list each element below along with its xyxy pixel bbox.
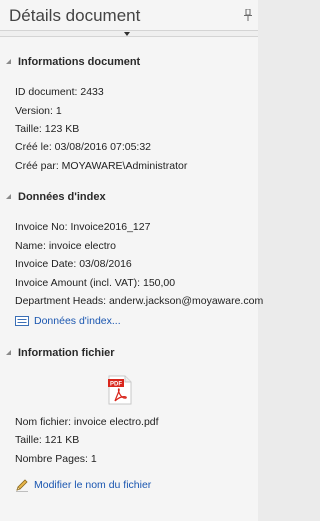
doc-id-row: ID document: 2433 [15,86,104,98]
index-field-row: Department Heads: anderw.jackson@moyawar… [15,295,264,307]
pin-icon[interactable] [244,9,252,21]
panel-header: Détails document [0,0,258,31]
collapse-triangle-icon[interactable] [6,350,11,355]
file-pages-row: Nombre Pages: 1 [15,453,97,465]
section-title: Informations document [18,56,141,68]
index-field-row: Name: invoice electro [15,240,116,252]
index-field-row: Invoice Date: 03/08/2016 [15,258,132,270]
pdf-badge-text: PDF [110,382,122,388]
panel-splitter[interactable] [0,30,258,37]
section-header-file-info[interactable]: Information fichier [0,346,258,362]
rename-file-link[interactable]: Modifier le nom du fichier [34,479,151,491]
doc-size-row: Taille: 123 KB [15,123,80,135]
panel-title: Détails document [9,6,141,25]
doc-version-row: Version: 1 [15,105,62,117]
collapse-triangle-icon[interactable] [6,194,11,199]
section-header-index-data[interactable]: Données d'index [0,190,258,206]
pencil-icon[interactable] [15,478,29,492]
pdf-file-icon: PDF [108,375,132,405]
index-data-link[interactable]: Données d'index... [34,315,121,327]
chevron-down-icon[interactable] [124,32,130,36]
file-size-row: Taille: 121 KB [15,434,80,446]
file-name-row: Nom fichier: invoice electro.pdf [15,416,159,428]
doc-created-row: Créé le: 03/08/2016 07:05:32 [15,141,152,153]
collapse-triangle-icon[interactable] [6,59,11,64]
doc-created-by-row: Créé par: MOYAWARE\Administrator [15,160,188,172]
section-title: Information fichier [18,347,115,359]
index-field-row: Invoice Amount (incl. VAT): 150,00 [15,277,176,289]
document-details-panel: Détails document Informations document I… [0,0,263,521]
list-icon[interactable] [15,316,29,326]
index-field-row: Invoice No: Invoice2016_127 [15,221,151,233]
section-title: Données d'index [18,191,106,203]
section-header-document-info[interactable]: Informations document [0,55,258,71]
